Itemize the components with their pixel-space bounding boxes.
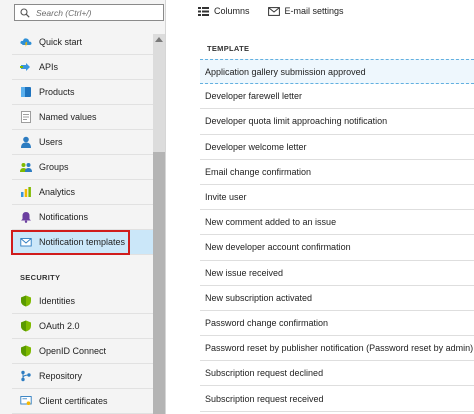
sidebar-item-notifications[interactable]: Notifications	[12, 205, 153, 230]
table-row[interactable]: Password reset by publisher notification…	[200, 336, 474, 362]
sidebar-item-label: Users	[39, 137, 63, 147]
sidebar-item-named-values[interactable]: Named values	[12, 105, 153, 130]
sidebar-item-products[interactable]: Products	[12, 80, 153, 105]
table-row[interactable]: New issue received	[200, 261, 474, 286]
columns-icon	[198, 6, 209, 16]
sidebar-item-label: APIs	[39, 62, 59, 72]
sidebar-item-repository[interactable]: Repository	[12, 364, 153, 389]
table-row[interactable]: Developer welcome letter	[200, 135, 474, 160]
sidebar-item-openid-connect[interactable]: OpenID Connect	[12, 339, 153, 364]
named-values-list-icon	[20, 111, 32, 123]
search-icon	[20, 7, 30, 18]
certificate-icon	[20, 395, 32, 407]
api-arrow-icon	[20, 61, 32, 73]
sidebar-scrollbar[interactable]	[153, 34, 165, 414]
sidebar-item-label: OpenID Connect	[39, 346, 107, 356]
sidebar-item-label: OAuth 2.0	[39, 321, 80, 331]
product-box-icon	[20, 86, 32, 98]
table-row[interactable]: New comment added to an issue	[200, 210, 474, 236]
sidebar-item-analytics[interactable]: Analytics	[12, 180, 153, 205]
user-icon	[20, 136, 32, 148]
sidebar-item-label: Notifications	[39, 212, 89, 222]
columns-button[interactable]: Columns	[198, 6, 250, 16]
envelope-icon	[267, 6, 280, 16]
shield-icon	[20, 345, 32, 357]
table-row[interactable]: Developer quota limit approaching notifi…	[200, 109, 474, 135]
scrollbar-thumb[interactable]	[153, 152, 165, 414]
sidebar-item-label: Repository	[39, 371, 83, 381]
search-box[interactable]: Search (Ctrl+/)	[14, 4, 164, 21]
table-row[interactable]: Password change confirmation	[200, 311, 474, 337]
repository-icon	[20, 370, 32, 382]
table-row[interactable]: New subscription activated	[200, 286, 474, 311]
table-row[interactable]: Application gallery submission approved	[200, 59, 474, 85]
column-header-template[interactable]: TEMPLATE	[207, 44, 249, 53]
table-row[interactable]: Invite user	[200, 185, 474, 211]
template-list: Application gallery submission approved …	[200, 59, 474, 412]
sidebar-item-identities[interactable]: Identities	[12, 289, 153, 314]
sidebar-item-label: Identities	[39, 296, 76, 306]
highlight-annotation	[11, 230, 130, 255]
table-row[interactable]: New developer account confirmation	[200, 235, 474, 261]
section-heading-security: SECURITY	[20, 273, 61, 282]
sidebar-item-groups[interactable]: Groups	[12, 155, 153, 180]
sidebar-item-apis[interactable]: APIs	[12, 55, 153, 80]
analytics-bar-icon	[20, 186, 32, 198]
sidebar-item-client-certificates[interactable]: Client certificates	[12, 389, 153, 414]
sidebar-item-label: Analytics	[39, 187, 76, 197]
table-row[interactable]: Email change confirmation	[200, 160, 474, 185]
table-row[interactable]: Subscription request received	[200, 386, 474, 412]
group-icon	[20, 161, 32, 173]
cloud-lightning-icon	[20, 36, 32, 48]
sidebar-item-oauth[interactable]: OAuth 2.0	[12, 314, 153, 339]
shield-icon	[20, 295, 32, 307]
bell-icon	[20, 211, 32, 223]
sidebar-item-label: Client certificates	[39, 396, 108, 406]
email-settings-label: E-mail settings	[284, 6, 344, 16]
table-row[interactable]: Subscription request declined	[200, 361, 474, 387]
toolbar: Columns E-mail settings	[198, 3, 362, 19]
shield-icon	[20, 320, 32, 332]
sidebar-item-label: Groups	[39, 162, 69, 172]
table-row[interactable]: Developer farewell letter	[200, 84, 474, 110]
sidebar: Search (Ctrl+/) Quick start APIs Product…	[0, 0, 166, 414]
sidebar-item-label: Named values	[39, 112, 97, 122]
columns-label: Columns	[214, 6, 250, 16]
sidebar-item-label: Products	[39, 87, 75, 97]
sidebar-item-quick-start[interactable]: Quick start	[12, 30, 153, 55]
sidebar-item-label: Quick start	[39, 37, 83, 47]
search-input[interactable]: Search (Ctrl+/)	[36, 8, 92, 18]
email-settings-button[interactable]: E-mail settings	[267, 6, 344, 16]
sidebar-item-users[interactable]: Users	[12, 130, 153, 155]
table-header: TEMPLATE	[200, 35, 474, 62]
scroll-up-icon[interactable]	[155, 37, 163, 42]
